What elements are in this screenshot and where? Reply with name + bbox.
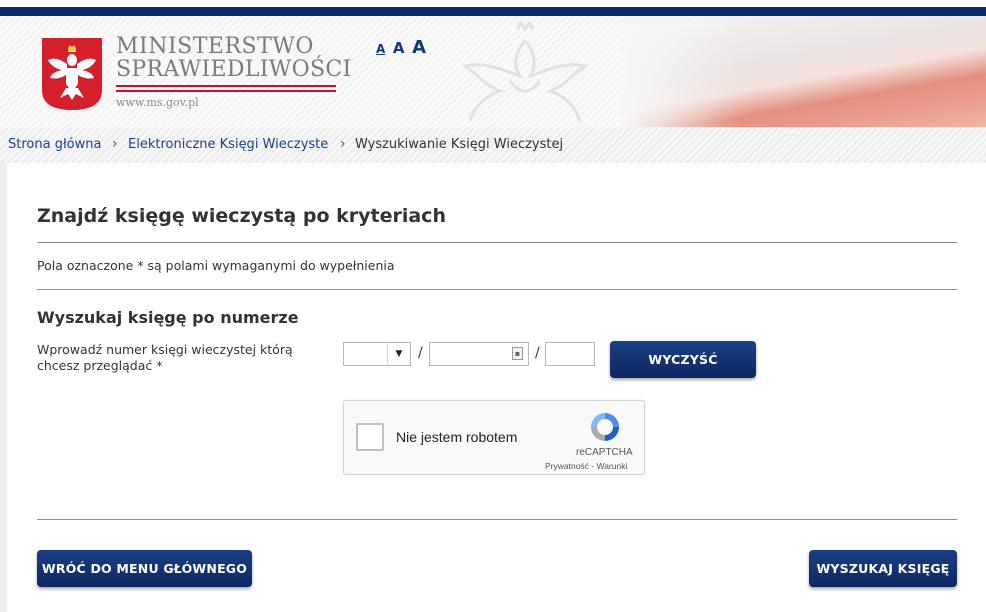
ministry-name-line1: MINISTERSTWO <box>116 34 314 59</box>
divider <box>37 289 957 290</box>
page-title: Znajdź księgę wieczystą po kryteriach <box>37 205 446 227</box>
polish-eagle-emblem-icon <box>42 38 102 110</box>
eagle-watermark-icon <box>461 21 589 122</box>
chevron-right-icon: › <box>112 136 118 152</box>
font-size-large-link[interactable]: A <box>412 37 426 58</box>
required-fields-note: Pola oznaczone * są polami wymaganymi do… <box>37 258 395 273</box>
divider <box>37 242 957 243</box>
back-to-menu-button[interactable]: WRÓĆ DO MENU GŁÓWNEGO <box>37 550 252 587</box>
polish-flag-banner <box>620 16 986 127</box>
separator: / <box>418 345 423 361</box>
top-blue-bar <box>0 7 986 16</box>
recaptcha-label: Nie jestem robotem <box>396 429 518 445</box>
section-title: Wyszukaj księgę po numerze <box>37 308 299 327</box>
ministry-name-line2: SPRAWIEDLIWOŚCI <box>116 57 352 82</box>
check-digit-input[interactable] <box>545 342 595 366</box>
font-size-switcher: A A A <box>376 37 428 58</box>
autofill-icon: ▪ <box>512 347 523 360</box>
book-number-label: Wprowadź numer księgi wieczystej którą c… <box>37 342 293 373</box>
dropdown-arrow-icon[interactable]: ▼ <box>387 343 410 365</box>
book-number-input[interactable]: ▪ <box>429 342 529 366</box>
breadcrumb-current: Wyszukiwanie Księgi Wieczystej <box>355 137 564 152</box>
recaptcha-terms-link[interactable]: Prywatność - Warunki <box>545 461 627 471</box>
logo-red-rule <box>116 90 336 92</box>
breadcrumb-home-link[interactable]: Strona główna <box>8 137 101 152</box>
font-size-medium-link[interactable]: A <box>393 39 405 57</box>
top-strip <box>0 0 986 7</box>
chevron-right-icon: › <box>340 136 346 152</box>
separator: / <box>535 345 540 361</box>
breadcrumb: Strona główna › Elektroniczne Księgi Wie… <box>0 127 986 163</box>
recaptcha-brand: reCAPTCHA <box>576 447 633 458</box>
divider <box>37 519 957 520</box>
site-header: MINISTERSTWO SPRAWIEDLIWOŚCI www.ms.gov.… <box>0 16 986 127</box>
court-code-select[interactable]: ▼ <box>343 342 411 366</box>
recaptcha-checkbox[interactable] <box>356 423 384 451</box>
search-book-button[interactable]: WYSZUKAJ KSIĘGĘ <box>809 550 957 587</box>
clear-button[interactable]: WYCZYŚĆ <box>610 341 756 378</box>
recaptcha-widget: Nie jestem robotem reCAPTCHA Prywatność … <box>343 400 645 475</box>
ministry-url: www.ms.gov.pl <box>116 96 199 109</box>
breadcrumb-ekw-link[interactable]: Elektroniczne Księgi Wieczyste <box>128 137 328 152</box>
recaptcha-logo-icon <box>591 413 619 441</box>
content-panel <box>7 163 986 612</box>
logo-red-rule <box>116 85 336 87</box>
font-size-small-link[interactable]: A <box>376 42 385 56</box>
